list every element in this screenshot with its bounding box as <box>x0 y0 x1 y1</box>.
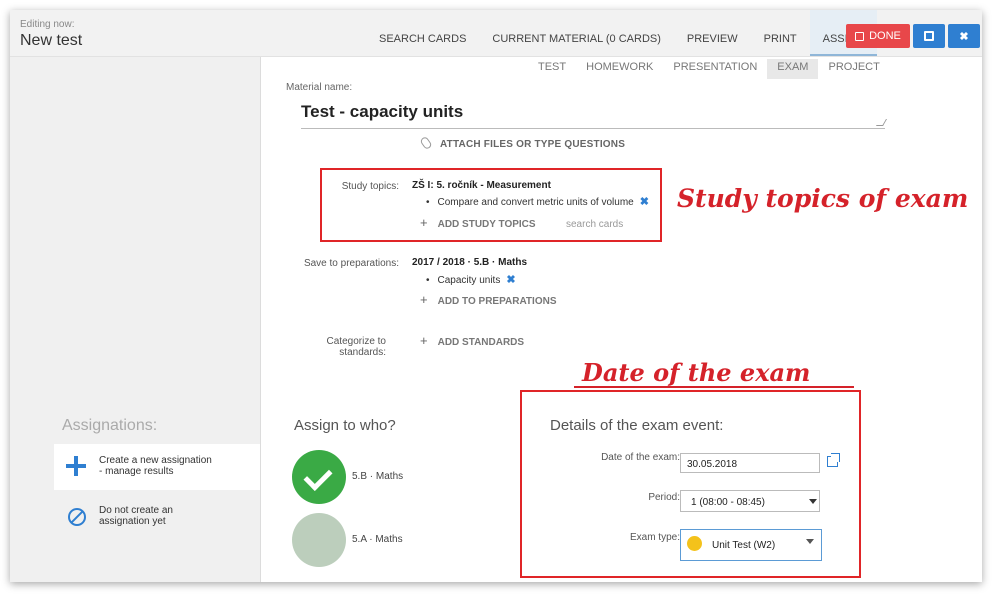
attach-label: ATTACH FILES OR TYPE QUESTIONS <box>440 139 626 150</box>
paperclip-icon <box>419 135 433 151</box>
add-preparations-button[interactable]: + ADD TO PREPARATIONS <box>420 292 557 307</box>
study-topics-label: Study topics: <box>341 181 399 192</box>
editing-label: Editing now: <box>20 19 75 30</box>
external-link-icon[interactable] <box>827 453 840 467</box>
caret-down-icon <box>806 539 814 544</box>
option-line2: - manage results <box>99 466 174 477</box>
recipient-5a[interactable]: 5.A · Maths <box>292 513 412 569</box>
material-name-input[interactable]: Test - capacity units <box>301 102 888 129</box>
material-name-label: Material name: <box>286 82 353 93</box>
topics-annotation: Study topics of exam <box>677 184 969 213</box>
exam-date-input[interactable]: 30.05.2018 <box>680 453 820 473</box>
remove-icon[interactable]: ✖ <box>506 274 515 286</box>
date-label: Date of the exam: <box>601 452 680 463</box>
standards-label-line2: standards: <box>339 347 386 358</box>
recipient-name: 5.A · Maths <box>352 534 403 545</box>
preparation-text: Capacity units <box>437 275 501 286</box>
tab-search-cards[interactable]: SEARCH CARDS <box>366 10 479 56</box>
study-topic-heading: ZŠ I: 5. ročník - Measurement <box>412 180 551 191</box>
date-annotation: Date of the exam <box>582 358 811 387</box>
note-icon <box>687 536 702 551</box>
sidebar: Assignations: Create a new assignation -… <box>10 57 261 582</box>
material-type-tabs: TEST HOMEWORK PRESENTATION EXAM PROJECT <box>528 59 890 79</box>
attach-files-link[interactable]: ATTACH FILES OR TYPE QUESTIONS <box>419 135 626 151</box>
recipient-name: 5.B · Maths <box>352 471 404 482</box>
add-preparations-label: ADD TO PREPARATIONS <box>437 296 557 307</box>
material-name-value: Test - capacity units <box>301 102 464 121</box>
study-topic-item: Compare and convert metric units of volu… <box>426 195 649 208</box>
type-exam[interactable]: EXAM <box>767 59 819 79</box>
preparation-heading: 2017 / 2018 · 5.B · Maths <box>412 257 528 268</box>
tab-current-material[interactable]: CURRENT MATERIAL (0 CARDS) <box>479 10 673 56</box>
standards-label-line1: Categorize to <box>326 336 386 347</box>
annotation-underline <box>574 386 854 388</box>
floppy-icon <box>924 31 934 41</box>
type-presentation[interactable]: PRESENTATION <box>663 59 767 79</box>
close-icon: ✖ <box>959 30 969 43</box>
save-icon <box>855 31 865 41</box>
done-label: DONE <box>869 30 901 42</box>
type-homework[interactable]: HOMEWORK <box>576 59 663 79</box>
remove-icon[interactable]: ✖ <box>640 196 649 208</box>
option-line2: assignation yet <box>99 516 166 527</box>
main-tabs: SEARCH CARDS CURRENT MATERIAL (0 CARDS) … <box>366 10 878 56</box>
type-test[interactable]: TEST <box>528 59 576 79</box>
check-icon <box>303 462 333 491</box>
search-cards-link[interactable]: search cards <box>566 219 623 230</box>
option-line1: Do not create an <box>99 505 173 516</box>
recipient-5b[interactable]: 5.B · Maths <box>292 450 412 506</box>
exam-type-label: Exam type: <box>629 532 680 543</box>
add-study-topics-button[interactable]: + ADD STUDY TOPICS <box>420 215 536 230</box>
material-title: New test <box>20 32 83 49</box>
assign-to-heading: Assign to who? <box>294 417 396 434</box>
add-standards-label: ADD STANDARDS <box>437 337 525 348</box>
create-assignation-option[interactable]: Create a new assignation - manage result… <box>54 444 260 490</box>
plus-icon: + <box>420 292 428 307</box>
standards-label: Categorize to standards: <box>276 336 386 358</box>
plus-icon <box>66 456 86 476</box>
top-bar: Editing now: New test SEARCH CARDS CURRE… <box>10 10 982 57</box>
exam-event-heading: Details of the exam event: <box>550 417 724 434</box>
save-button[interactable] <box>913 24 945 48</box>
period-label: Period: <box>648 492 680 503</box>
type-project[interactable]: PROJECT <box>818 59 889 79</box>
period-value: 1 (08:00 - 08:45) <box>691 497 765 508</box>
add-standards-button[interactable]: + ADD STANDARDS <box>420 333 524 348</box>
preparations-label: Save to preparations: <box>303 258 399 269</box>
ban-icon <box>68 508 86 526</box>
tab-preview[interactable]: PREVIEW <box>674 10 751 56</box>
exam-type-value: Unit Test (W2) <box>712 540 776 551</box>
exam-type-select[interactable]: Unit Test (W2) <box>680 529 822 561</box>
add-study-topics-label: ADD STUDY TOPICS <box>437 219 536 230</box>
app-window: Editing now: New test SEARCH CARDS CURRE… <box>10 10 982 582</box>
no-assignation-option[interactable]: Do not create an assignation yet <box>54 496 260 542</box>
option-line1: Create a new assignation <box>99 455 212 466</box>
plus-icon: + <box>420 333 428 348</box>
assignations-heading: Assignations: <box>62 417 158 434</box>
close-button[interactable]: ✖ <box>948 24 980 48</box>
resize-handle-icon[interactable] <box>875 119 888 126</box>
done-button[interactable]: DONE <box>846 24 910 48</box>
class-avatar <box>292 513 346 567</box>
option-text: Do not create an assignation yet <box>99 505 173 527</box>
tab-print[interactable]: PRINT <box>751 10 810 56</box>
study-topic-text: Compare and convert metric units of volu… <box>437 197 634 208</box>
preparation-item: Capacity units ✖ <box>426 273 516 286</box>
plus-icon: + <box>420 215 428 230</box>
caret-down-icon <box>809 499 817 504</box>
period-select[interactable]: 1 (08:00 - 08:45) <box>680 490 820 512</box>
selected-avatar <box>292 450 346 504</box>
option-text: Create a new assignation - manage result… <box>99 455 212 477</box>
